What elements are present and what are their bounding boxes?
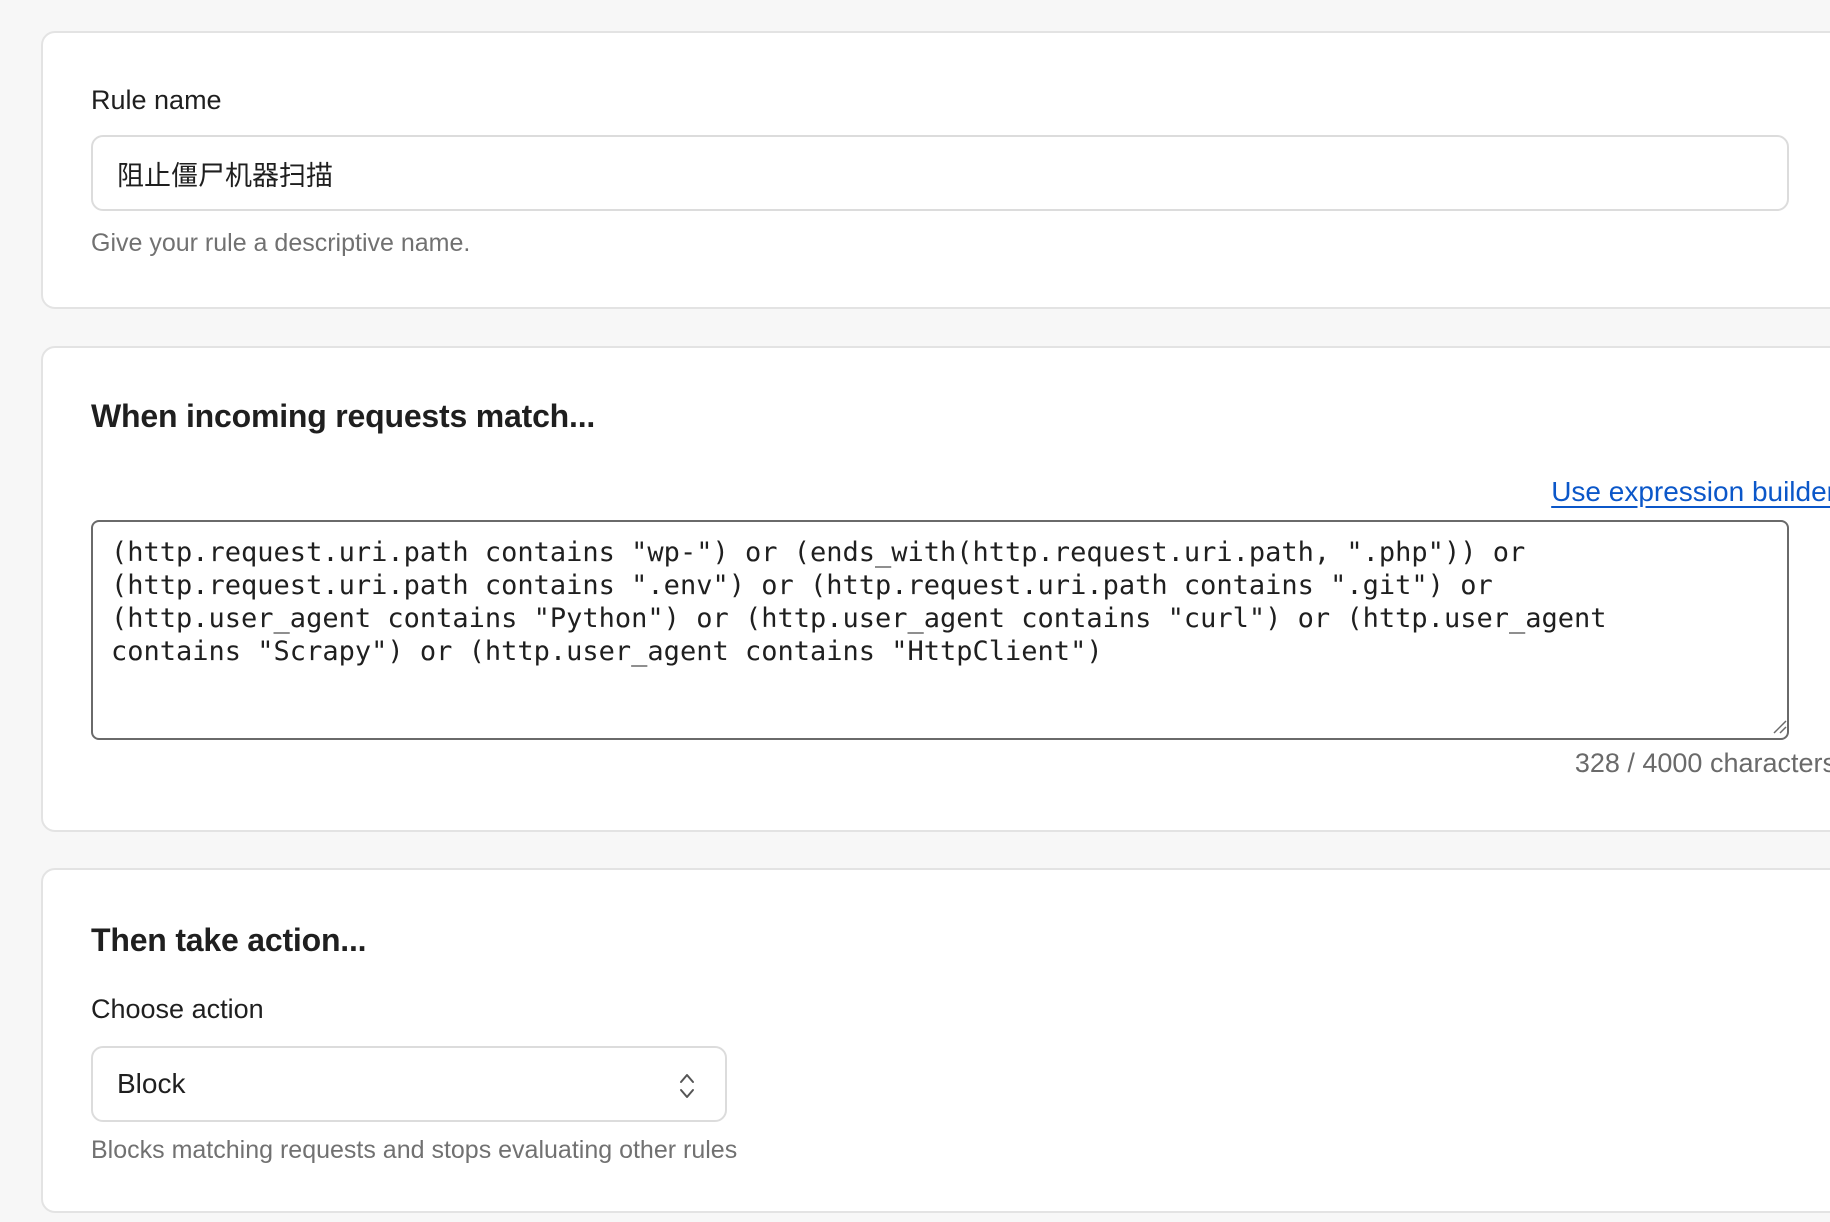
match-expression-card: When incoming requests match... Use expr… (41, 346, 1830, 832)
match-section-title: When incoming requests match... (91, 398, 596, 434)
use-expression-builder-link[interactable]: Use expression builder (1551, 476, 1830, 508)
expression-textarea[interactable]: (http.request.uri.path contains "wp-") o… (91, 520, 1789, 740)
rule-name-input[interactable] (91, 135, 1789, 211)
choose-action-label: Choose action (91, 994, 264, 1024)
action-card: Then take action... Choose action Block … (41, 868, 1830, 1213)
character-count: 328 / 4000 characters (1574, 748, 1830, 778)
rule-name-label: Rule name (91, 85, 222, 115)
action-section-title: Then take action... (91, 922, 367, 958)
rule-name-help-text: Give your rule a descriptive name. (91, 229, 471, 257)
action-select[interactable]: Block (91, 1046, 727, 1122)
rule-name-card: Rule name Give your rule a descriptive n… (41, 31, 1830, 309)
action-help-text: Blocks matching requests and stops evalu… (91, 1136, 738, 1164)
action-select-value: Block (117, 1068, 186, 1099)
select-chevrons-icon (680, 1074, 694, 1098)
